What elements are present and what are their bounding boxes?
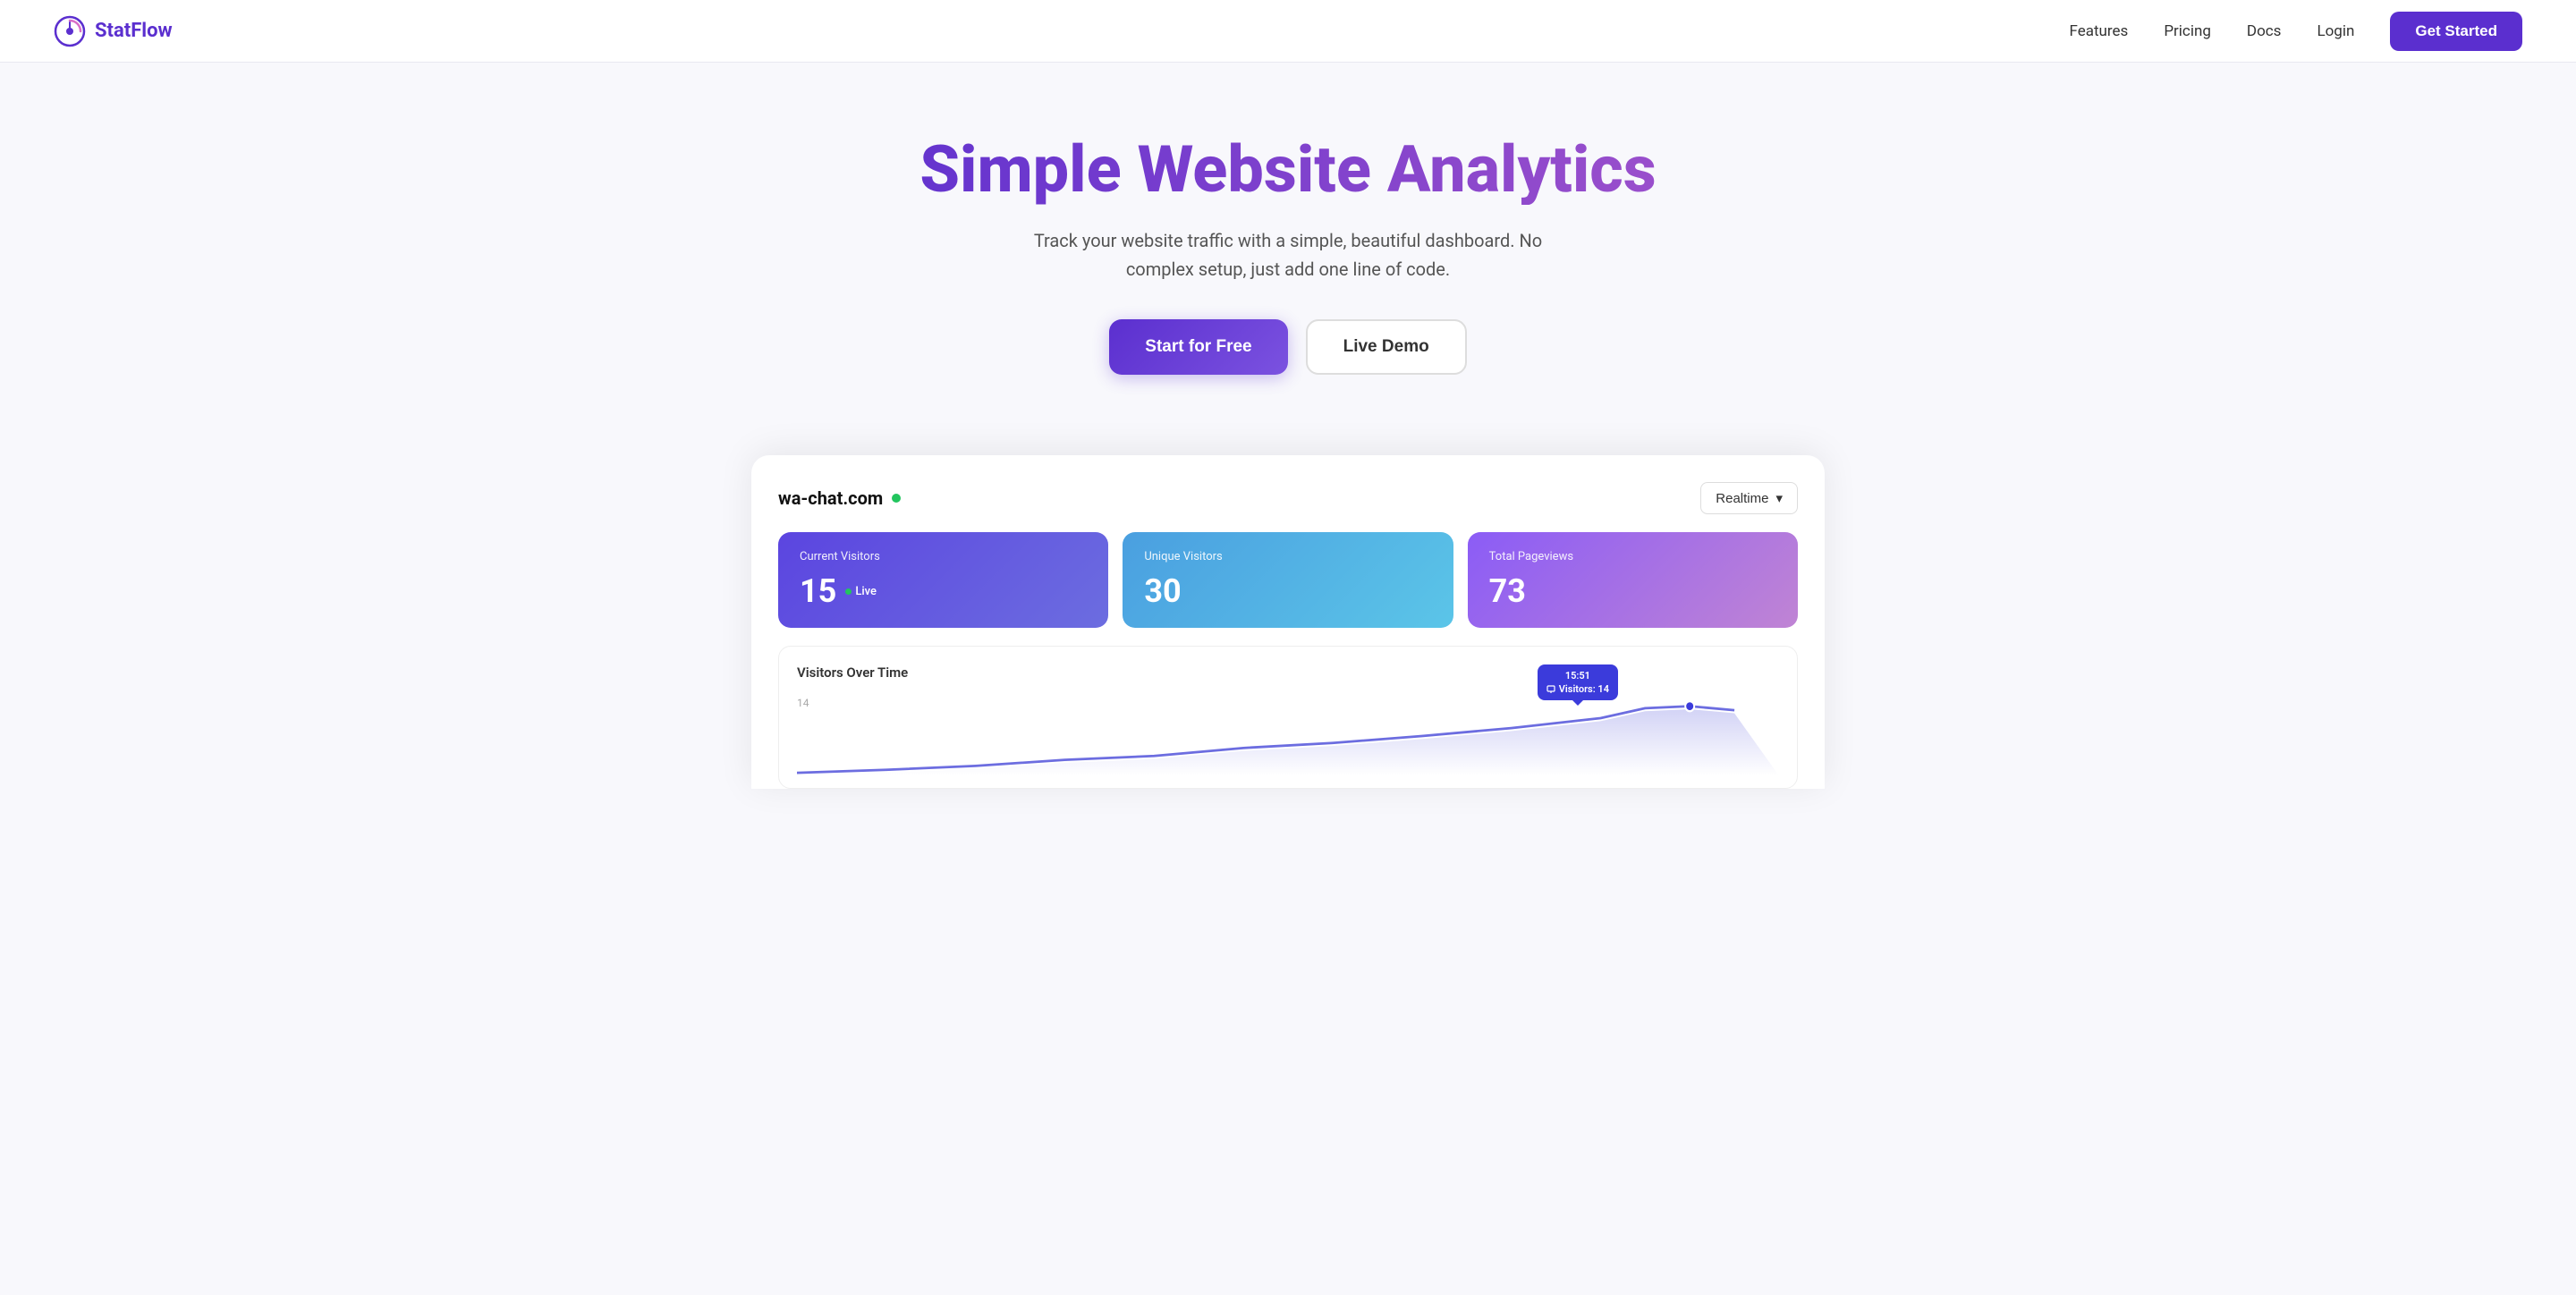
chart-y-label: 14 (797, 697, 809, 709)
stat-value-pageviews: 73 (1489, 572, 1776, 610)
navbar: StatFlow Features Pricing Docs Login Get… (0, 0, 2576, 63)
tooltip-visitors: Visitors: 14 (1546, 683, 1609, 695)
hero-title-part2: Analytics (1387, 131, 1657, 207)
stat-label-unique: Unique Visitors (1144, 550, 1431, 563)
tooltip-time: 15:51 (1565, 670, 1590, 681)
site-name: wa-chat.com (778, 487, 901, 509)
hero-subtitle: Track your website traffic with a simple… (1020, 226, 1556, 284)
start-for-free-button[interactable]: Start for Free (1109, 319, 1287, 375)
dashboard-preview: wa-chat.com Realtime ▾ Current Visitors … (751, 455, 1825, 789)
hero-section: Simple Website Analytics Track your webs… (0, 63, 2576, 419)
visitors-chart (797, 691, 1779, 781)
chart-tooltip: 15:51 Visitors: 14 (1538, 664, 1618, 700)
stat-label-current: Current Visitors (800, 550, 1087, 563)
stat-card-current-visitors: Current Visitors 15 Live (778, 532, 1108, 628)
hero-buttons: Start for Free Live Demo (18, 319, 2558, 375)
live-badge-dot (845, 588, 852, 595)
logo-icon (54, 15, 86, 47)
nav-features[interactable]: Features (2070, 22, 2129, 40)
nav-docs[interactable]: Docs (2247, 22, 2282, 40)
live-badge: Live (845, 585, 877, 598)
tooltip-visitors-text: Visitors: 14 (1559, 683, 1609, 695)
live-demo-button[interactable]: Live Demo (1306, 319, 1467, 375)
unique-visitors-number: 30 (1144, 572, 1181, 610)
stat-card-unique-visitors: Unique Visitors 30 (1123, 532, 1453, 628)
realtime-dropdown[interactable]: Realtime ▾ (1700, 482, 1798, 514)
logo-link[interactable]: StatFlow (54, 15, 173, 47)
logo-text: StatFlow (95, 20, 173, 42)
realtime-label: Realtime (1716, 491, 1768, 506)
monitor-icon (1546, 685, 1555, 694)
pageviews-number: 73 (1489, 572, 1526, 610)
stat-value-unique: 30 (1144, 572, 1431, 610)
nav-login[interactable]: Login (2317, 22, 2354, 40)
stat-cards: Current Visitors 15 Live Unique Visitors… (778, 532, 1798, 628)
stat-label-pageviews: Total Pageviews (1489, 550, 1776, 563)
tooltip-arrow (1572, 700, 1583, 706)
chart-title: Visitors Over Time (797, 664, 1779, 681)
dashboard-header: wa-chat.com Realtime ▾ (778, 482, 1798, 514)
chevron-down-icon: ▾ (1775, 490, 1783, 506)
nav-pricing[interactable]: Pricing (2164, 22, 2211, 40)
stat-card-pageviews: Total Pageviews 73 (1468, 532, 1798, 628)
current-visitors-number: 15 (800, 572, 836, 610)
get-started-button[interactable]: Get Started (2390, 12, 2522, 51)
site-name-text: wa-chat.com (778, 487, 883, 509)
hero-title: Simple Website Analytics (18, 134, 2558, 205)
live-indicator-dot (892, 494, 901, 503)
chart-area: Visitors Over Time 14 15:51 Visitors: 14 (778, 646, 1798, 789)
live-badge-text: Live (855, 585, 877, 598)
hero-title-part1: Simple Website (919, 131, 1371, 207)
stat-value-current: 15 Live (800, 572, 1087, 610)
nav-links: Features Pricing Docs Login Get Started (2070, 12, 2523, 51)
